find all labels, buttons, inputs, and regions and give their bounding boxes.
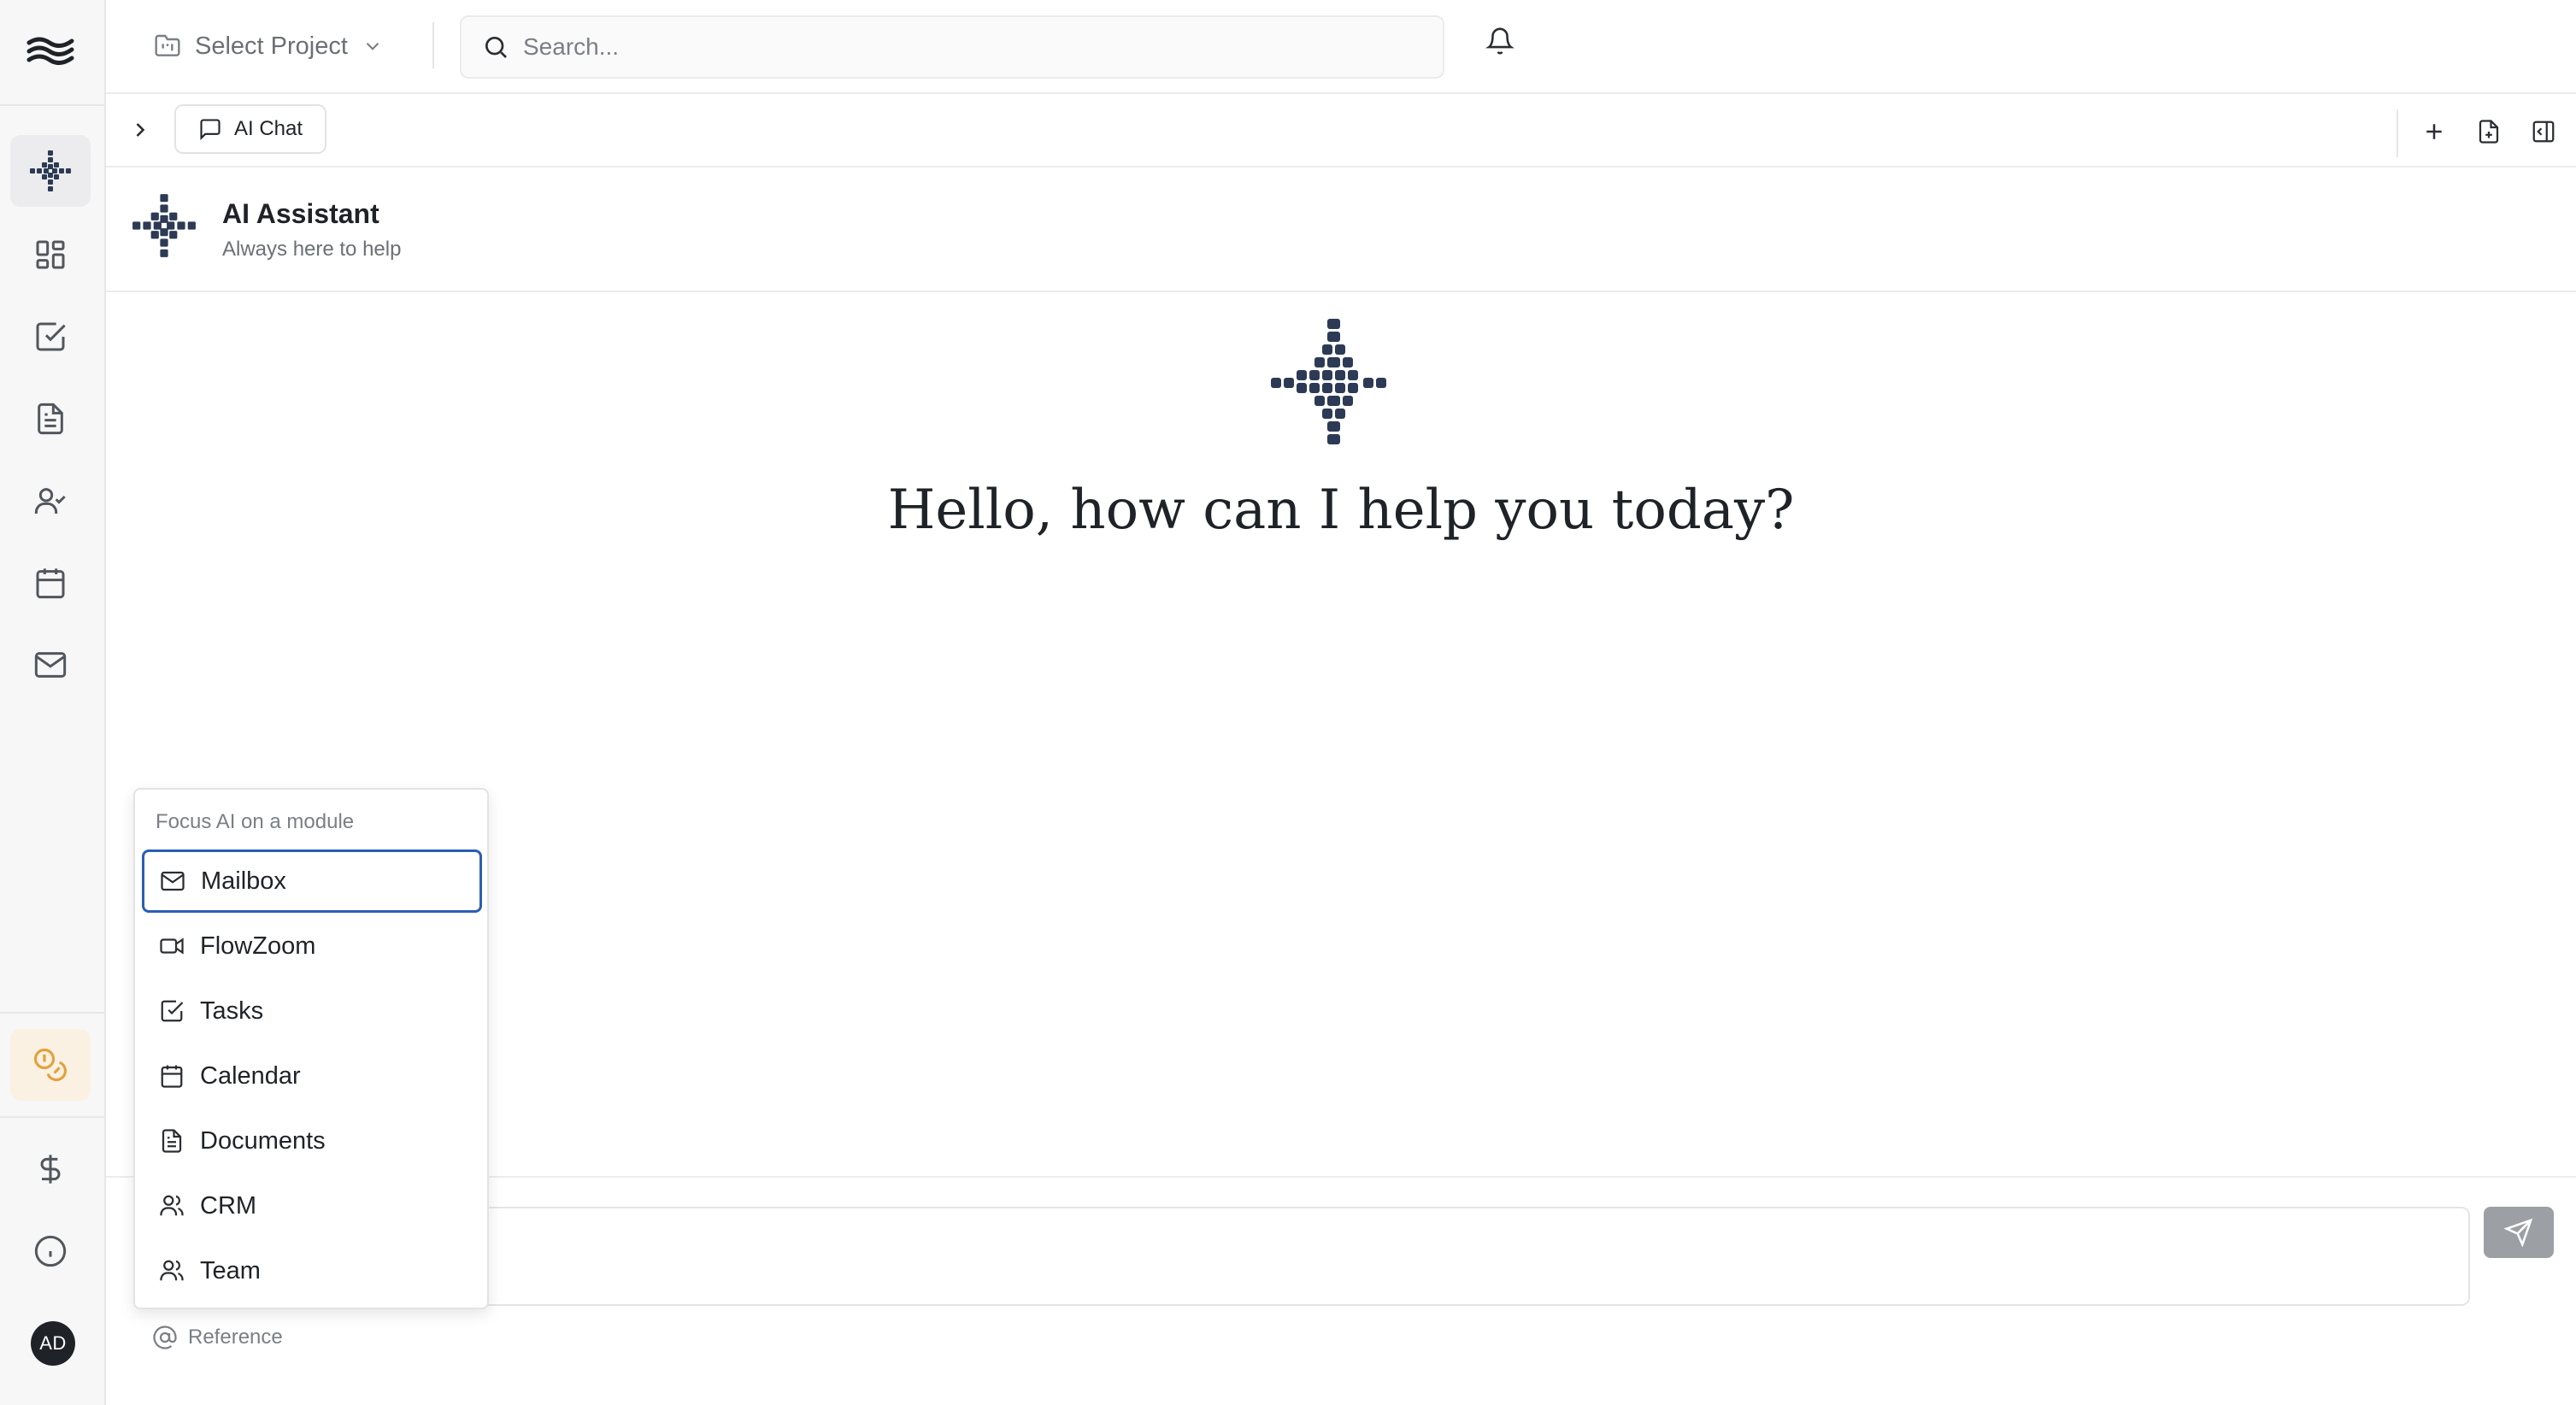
nav-info[interactable] — [10, 1215, 91, 1287]
nav-mailbox[interactable] — [10, 629, 91, 701]
folder-kanban-icon — [155, 34, 180, 56]
menu-item-label: FlowZoom — [200, 932, 316, 960]
menu-item-label: Team — [200, 1256, 261, 1284]
mail-icon — [161, 871, 185, 891]
project-select-label: Select Project — [195, 32, 348, 60]
menu-item-label: Documents — [200, 1126, 326, 1155]
assistant-header: AI Assistant Always here to help — [106, 168, 2576, 292]
search-box[interactable] — [460, 15, 1444, 79]
reference-button[interactable]: Reference — [152, 1325, 283, 1350]
info-icon — [34, 1235, 67, 1267]
assistant-name: AI Assistant — [222, 198, 379, 229]
tab-strip: AI Chat — [106, 94, 2576, 168]
menu-item-label: Tasks — [200, 996, 264, 1025]
chevron-down-icon — [366, 42, 379, 50]
check-square-icon — [161, 1000, 184, 1022]
sparkle-icon — [132, 194, 196, 257]
menu-item-label: Calendar — [200, 1061, 301, 1090]
menu-item-documents[interactable]: Documents — [142, 1109, 482, 1173]
nav-dashboard[interactable] — [10, 219, 91, 291]
assistant-logo — [130, 191, 198, 260]
menu-item-crm[interactable]: CRM — [142, 1174, 482, 1237]
menu-item-label: CRM — [200, 1191, 257, 1220]
menu-item-mailbox[interactable]: Mailbox — [142, 849, 482, 913]
chevron-right-icon — [136, 123, 145, 137]
dollar-icon — [40, 1155, 61, 1184]
nav-ai-assistant[interactable] — [10, 135, 91, 207]
new-document-button[interactable] — [2472, 115, 2506, 149]
sparkle-icon — [1271, 319, 1386, 444]
sparkle-icon — [30, 150, 71, 191]
tab-label: AI Chat — [234, 117, 303, 140]
tab-ai-chat[interactable]: AI Chat — [174, 104, 327, 154]
plus-icon — [2426, 124, 2442, 139]
check-square-icon — [36, 322, 66, 351]
assistant-tagline: Always here to help — [222, 238, 402, 261]
user-check-icon — [34, 488, 66, 514]
nav-credits[interactable] — [10, 1029, 91, 1101]
message-square-icon — [200, 119, 221, 141]
app-logo[interactable] — [26, 32, 77, 67]
users-icon — [160, 1260, 184, 1281]
project-select[interactable]: Select Project — [154, 24, 384, 68]
nav-crm[interactable] — [10, 465, 91, 537]
toggle-side-panel-button[interactable] — [2526, 115, 2561, 149]
module-focus-menu: Focus AI on a module Mailbox FlowZoom Ta… — [133, 788, 489, 1309]
send-icon — [2504, 1218, 2533, 1247]
welcome-heading: Hello, how can I help you today? — [887, 479, 1795, 542]
nav-documents[interactable] — [10, 383, 91, 455]
search-input[interactable] — [523, 33, 1378, 61]
calendar-icon — [161, 1065, 183, 1088]
send-button[interactable] — [2484, 1207, 2554, 1258]
menu-item-tasks[interactable]: Tasks — [142, 979, 482, 1043]
module-menu-title: Focus AI on a module — [156, 810, 355, 833]
dashboard-icon — [36, 240, 65, 269]
reference-label: Reference — [188, 1326, 283, 1349]
panel-right-icon — [2532, 121, 2555, 143]
video-icon — [160, 938, 184, 955]
menu-item-team[interactable]: Team — [142, 1239, 482, 1302]
nav-calendar[interactable] — [10, 547, 91, 619]
notifications-button[interactable] — [1485, 26, 1514, 56]
mail-icon — [34, 652, 67, 678]
menu-item-label: Mailbox — [201, 867, 286, 895]
search-icon — [485, 37, 507, 58]
at-sign-icon — [153, 1326, 177, 1349]
top-bar: Select Project — [106, 0, 2576, 94]
coins-icon — [33, 1048, 67, 1082]
menu-item-calendar[interactable]: Calendar — [142, 1044, 482, 1108]
calendar-icon — [36, 568, 65, 599]
users-icon — [160, 1195, 184, 1216]
user-avatar[interactable]: AD — [31, 1321, 75, 1366]
file-text-icon — [38, 403, 63, 435]
expand-panel-button[interactable] — [123, 113, 157, 147]
nav-billing[interactable] — [10, 1133, 91, 1205]
file-plus-icon — [2479, 120, 2499, 144]
new-chat-button[interactable] — [2417, 115, 2451, 149]
bell-icon — [1485, 27, 1514, 55]
nav-tasks[interactable] — [10, 301, 91, 373]
sidebar-rail: AD — [0, 0, 106, 1405]
file-text-icon — [162, 1129, 182, 1153]
menu-item-flowzoom[interactable]: FlowZoom — [142, 914, 482, 978]
welcome-logo — [1268, 316, 1402, 450]
